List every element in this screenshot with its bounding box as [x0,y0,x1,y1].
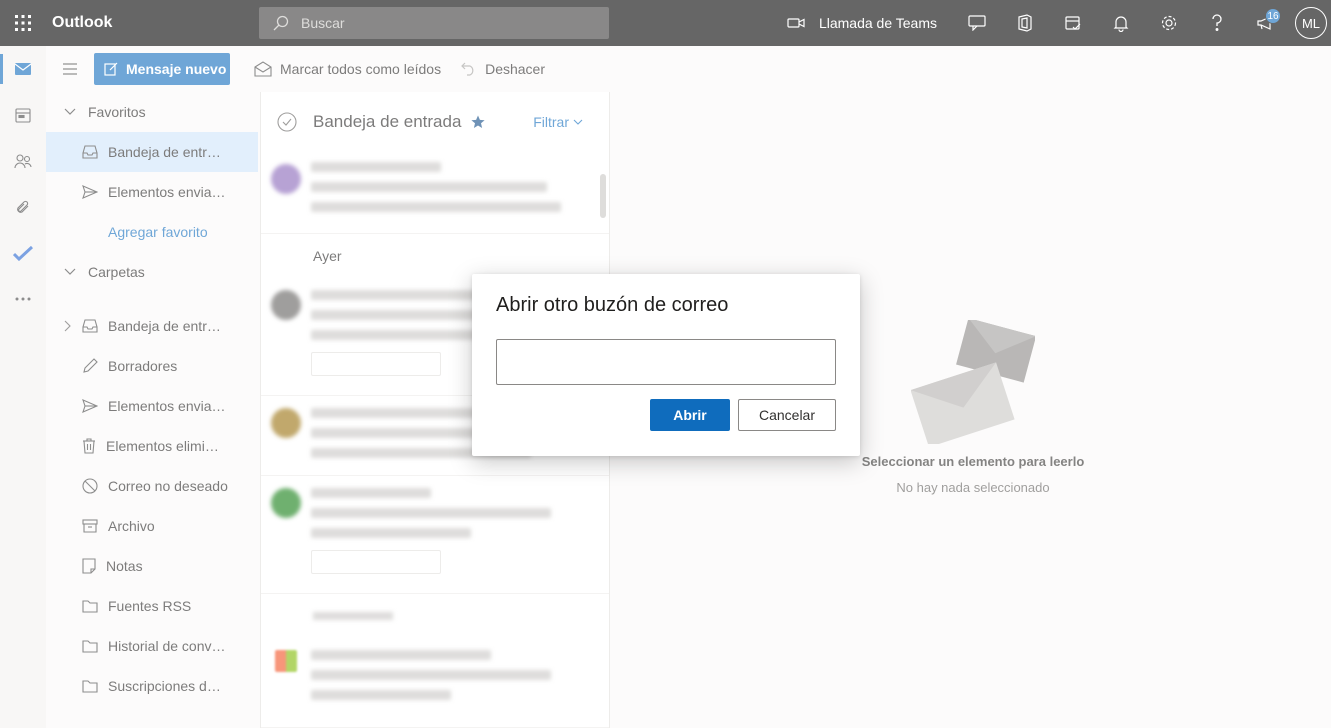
dialog-actions: Abrir Cancelar [649,399,836,431]
dialog-title: Abrir otro buzón de correo [496,294,729,316]
cancel-button[interactable]: Cancelar [737,399,836,431]
open-button[interactable]: Abrir [649,399,730,431]
mailbox-input[interactable] [496,339,836,385]
open-mailbox-dialog: Abrir otro buzón de correo Abrir Cancela… [472,274,860,456]
